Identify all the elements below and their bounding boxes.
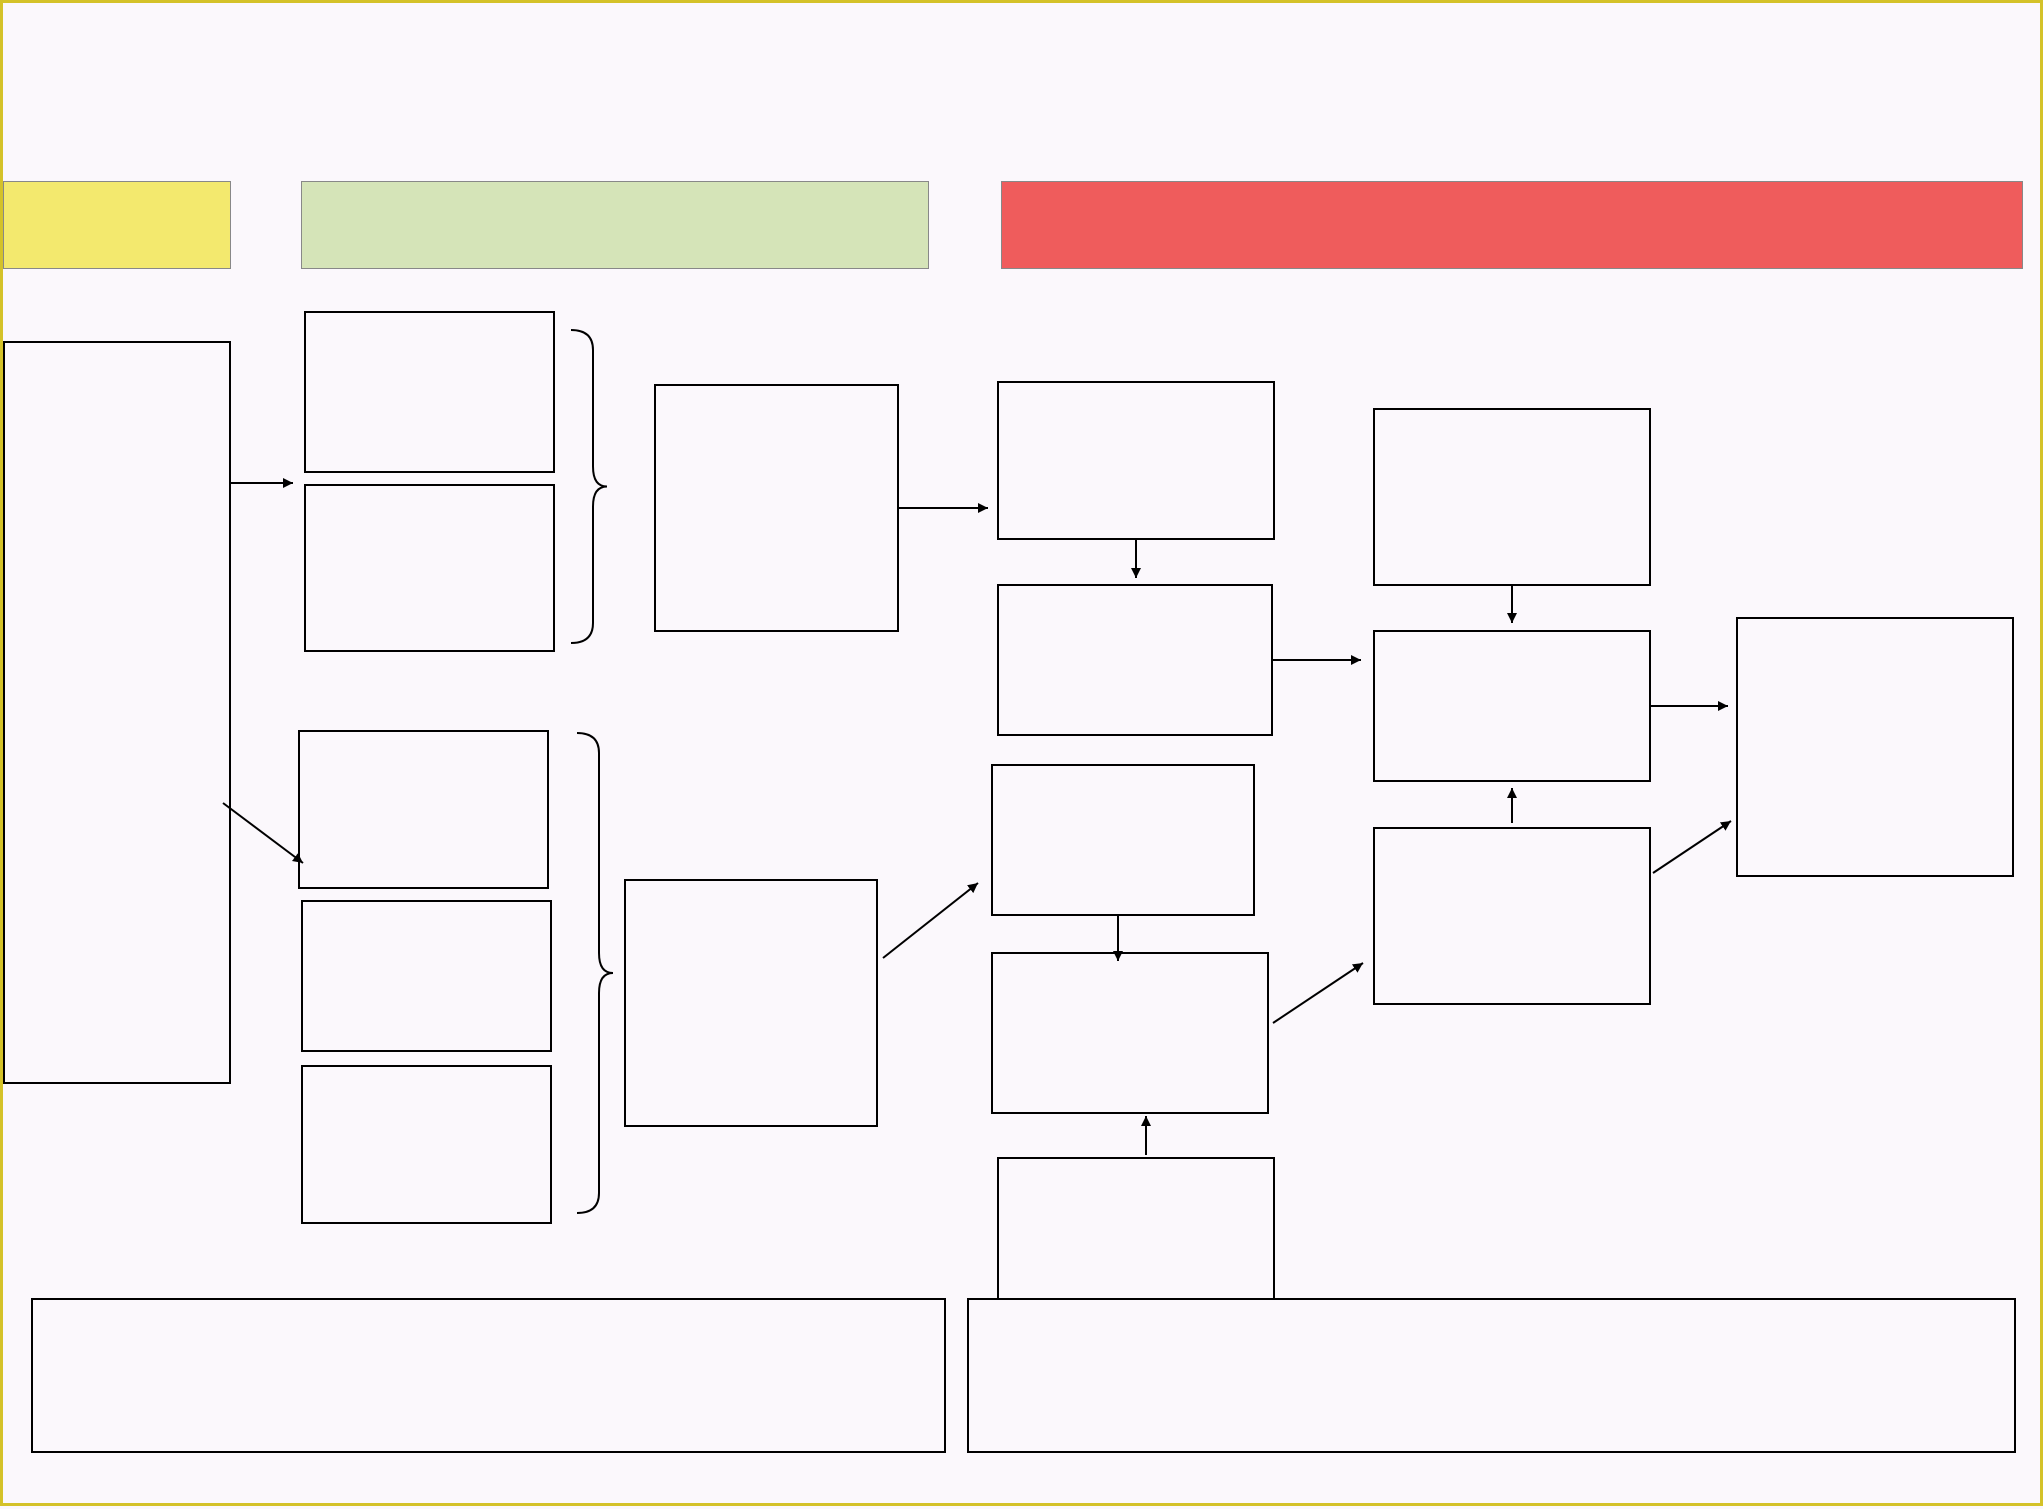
footer-left [31,1298,946,1453]
header-red [1001,181,2023,269]
header-green [301,181,929,269]
brace-icon [577,733,613,1213]
node-mid-upper [654,384,899,632]
node-col4-a [997,381,1275,540]
node-col5-b [1373,630,1651,782]
node-mid-lower [624,879,878,1127]
node-col4-c [991,764,1255,916]
header-yellow [3,181,231,269]
arrow-icon [1273,963,1363,1023]
node-lower-a [298,730,549,889]
node-col5-a [1373,408,1651,586]
node-lower-b [301,900,552,1052]
node-col4-b [997,584,1273,736]
node-lower-c [301,1065,552,1224]
arrow-icon [1653,821,1731,873]
node-col4-d [991,952,1269,1114]
brace-icon [571,330,607,643]
node-col4-e [997,1157,1275,1312]
node-upper-a [304,311,555,473]
node-right-end [1736,617,2014,877]
node-upper-b [304,484,555,652]
node-source [3,341,231,1084]
arrow-icon [223,803,303,863]
arrow-icon [883,883,978,958]
footer-right [967,1298,2016,1453]
node-col5-c [1373,827,1651,1005]
